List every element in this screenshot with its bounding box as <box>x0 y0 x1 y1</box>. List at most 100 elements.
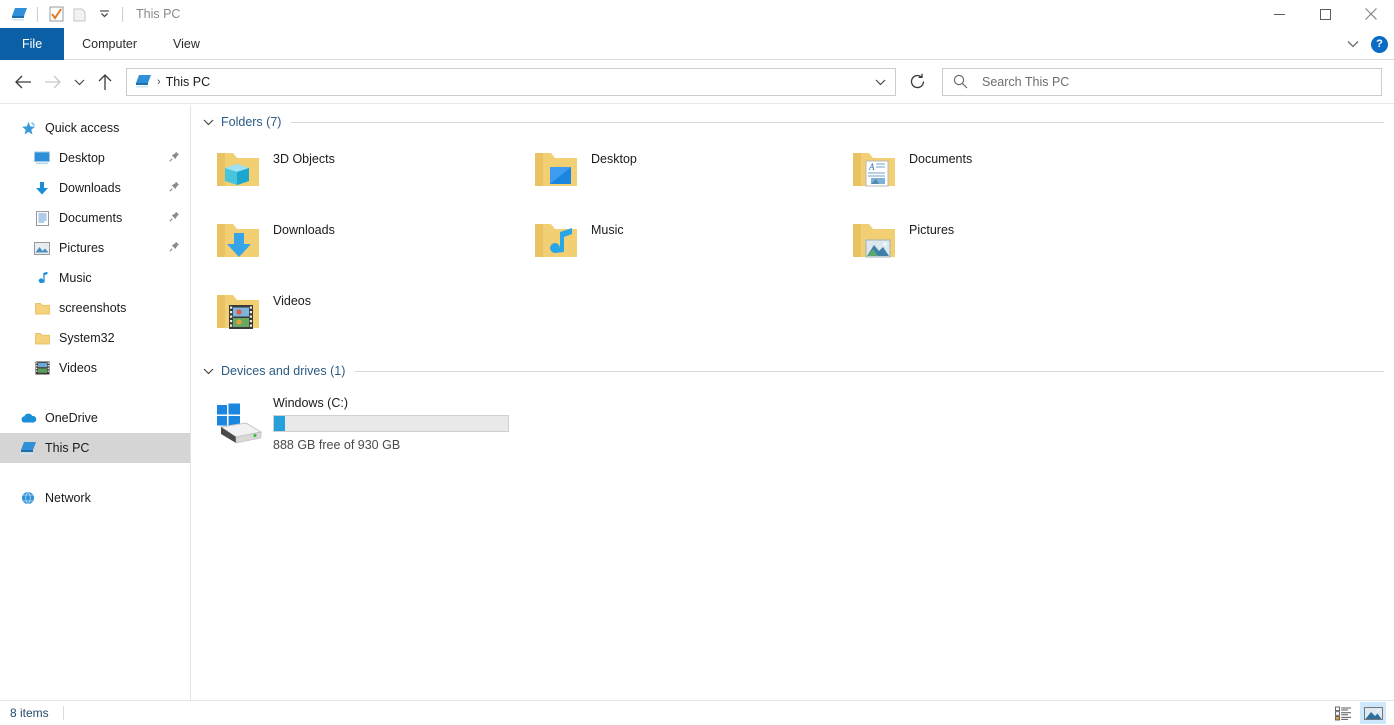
pictures-icon <box>32 241 52 255</box>
onedrive-cloud-icon <box>18 412 38 424</box>
window-title: This PC <box>136 7 181 21</box>
quick-access-star-icon <box>18 121 38 136</box>
item-documents[interactable]: A Documents <box>849 135 1167 206</box>
sidebar-item-downloads[interactable]: Downloads <box>0 173 190 203</box>
documents-icon <box>32 210 52 226</box>
folder-icon <box>32 302 52 315</box>
section-header-folders[interactable]: Folders (7) <box>191 109 1394 135</box>
music-note-icon <box>32 271 52 286</box>
pin-icon[interactable] <box>169 181 180 195</box>
details-view-button[interactable] <box>1330 702 1356 724</box>
item-music[interactable]: Music <box>531 206 849 277</box>
sidebar-item-label: This PC <box>45 441 90 455</box>
item-label: Videos <box>273 294 311 308</box>
sidebar-item-label: Desktop <box>59 151 105 165</box>
this-pc-icon[interactable] <box>8 3 30 25</box>
sidebar-item-system32[interactable]: System32 <box>0 323 190 353</box>
pin-icon[interactable] <box>169 241 180 255</box>
item-windows-c-drive[interactable]: Windows (C:) 888 GB free of 930 GB <box>191 384 1394 452</box>
breadcrumb-this-pc-icon <box>135 74 152 89</box>
drive-capacity-bar <box>273 415 509 432</box>
section-header-devices[interactable]: Devices and drives (1) <box>191 358 1394 384</box>
chevron-down-icon[interactable] <box>1341 40 1365 48</box>
sidebar-item-label: System32 <box>59 331 115 345</box>
folder-desktop-icon <box>531 143 583 195</box>
search-input[interactable]: Search This PC <box>942 67 1382 96</box>
sidebar-item-label: Documents <box>59 211 123 225</box>
sidebar-item-quick-access[interactable]: Quick access <box>0 113 190 143</box>
quick-access-toolbar: This PC <box>0 3 180 25</box>
sidebar-item-network[interactable]: Network <box>0 483 190 513</box>
ribbon-tabbar: File Computer View ? <box>0 28 1394 60</box>
pin-icon[interactable] <box>169 211 180 225</box>
recent-locations-icon[interactable] <box>68 67 90 97</box>
navigation-pane: Quick access Desktop Downloads Documents… <box>0 105 191 700</box>
main-area: Quick access Desktop Downloads Documents… <box>0 105 1394 700</box>
help-button[interactable]: ? <box>1371 35 1388 53</box>
sidebar-item-pictures[interactable]: Pictures <box>0 233 190 263</box>
section-title: Folders (7) <box>221 115 282 129</box>
title-bar: This PC <box>0 0 1394 28</box>
sidebar-item-label: Music <box>59 271 92 285</box>
chevron-down-icon[interactable] <box>203 367 214 375</box>
item-downloads[interactable]: Downloads <box>213 206 531 277</box>
item-label: Pictures <box>909 223 955 237</box>
back-arrow-icon[interactable] <box>8 67 38 97</box>
tab-file[interactable]: File <box>0 28 65 60</box>
sidebar-item-onedrive[interactable]: OneDrive <box>0 403 190 433</box>
customize-chevron-icon[interactable] <box>93 3 115 25</box>
address-bar[interactable]: › This PC <box>126 67 896 96</box>
svg-text:A: A <box>868 162 875 172</box>
search-placeholder: Search This PC <box>982 74 1070 89</box>
network-icon <box>18 491 38 505</box>
maximize-button[interactable] <box>1302 0 1348 28</box>
minimize-button[interactable] <box>1256 0 1302 28</box>
sidebar-item-documents[interactable]: Documents <box>0 203 190 233</box>
folder-music-icon <box>531 214 583 266</box>
section-rule <box>291 121 1384 123</box>
sidebar-item-label: screenshots <box>59 301 127 315</box>
view-mode-buttons <box>1330 702 1394 724</box>
new-folder-icon[interactable] <box>69 3 91 25</box>
refresh-icon[interactable] <box>900 67 934 97</box>
item-label: Desktop <box>591 152 637 166</box>
folder-pictures-icon <box>849 214 901 266</box>
windows-drive-icon <box>213 398 265 450</box>
drive-info: Windows (C:) 888 GB free of 930 GB <box>273 396 509 452</box>
sidebar-item-desktop[interactable]: Desktop <box>0 143 190 173</box>
videos-icon <box>32 361 52 375</box>
breadcrumb-current[interactable]: This PC <box>166 75 210 89</box>
item-3d-objects[interactable]: 3D Objects <box>213 135 531 206</box>
chevron-down-icon[interactable] <box>203 118 214 126</box>
search-icon <box>953 74 968 89</box>
item-label: Documents <box>909 152 973 166</box>
item-pictures[interactable]: Pictures <box>849 206 1167 277</box>
sidebar-item-label: OneDrive <box>45 411 98 425</box>
large-icons-view-button[interactable] <box>1360 702 1386 724</box>
window-controls <box>1256 0 1394 28</box>
tab-view[interactable]: View <box>155 28 218 60</box>
title-divider <box>122 6 123 22</box>
sidebar-item-music[interactable]: Music <box>0 263 190 293</box>
close-button[interactable] <box>1348 0 1394 28</box>
folder-videos-icon <box>213 285 265 337</box>
forward-arrow-icon <box>38 67 68 97</box>
pin-icon[interactable] <box>169 151 180 165</box>
navigation-bar: › This PC Search This PC <box>0 60 1394 104</box>
sidebar-item-label: Pictures <box>59 241 105 255</box>
file-list-view[interactable]: Folders (7) 3D Objects Desktop A Documen… <box>191 105 1394 700</box>
up-arrow-icon[interactable] <box>90 67 120 97</box>
breadcrumb-separator: › <box>157 75 161 88</box>
tab-computer[interactable]: Computer <box>64 28 155 60</box>
sidebar-item-screenshots[interactable]: screenshots <box>0 293 190 323</box>
item-desktop[interactable]: Desktop <box>531 135 849 206</box>
sidebar-item-videos[interactable]: Videos <box>0 353 190 383</box>
item-videos[interactable]: Videos <box>213 277 531 348</box>
folders-grid: 3D Objects Desktop A Documents Downloads… <box>191 135 1394 348</box>
sidebar-item-this-pc[interactable]: This PC <box>0 433 190 463</box>
properties-icon[interactable] <box>45 3 67 25</box>
folder-downloads-icon <box>213 214 265 266</box>
sidebar-item-label: Videos <box>59 361 97 375</box>
address-chevron-down-icon[interactable] <box>869 78 891 86</box>
